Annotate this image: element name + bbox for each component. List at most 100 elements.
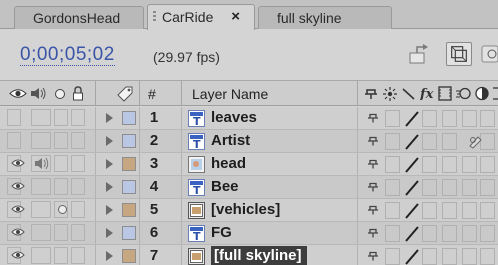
adjustment-icon[interactable] — [474, 86, 490, 101]
label-color-swatch[interactable] — [122, 157, 136, 171]
label-color-swatch[interactable] — [122, 180, 136, 194]
layer-name[interactable]: Artist — [211, 132, 250, 149]
effect-switch[interactable] — [422, 225, 437, 242]
3d-switch[interactable] — [480, 179, 495, 196]
eye-icon[interactable] — [9, 87, 27, 100]
quality-slash-icon[interactable] — [403, 156, 421, 174]
frame-blend-switch[interactable] — [442, 202, 457, 219]
tab-carride[interactable]: CarRide × — [147, 4, 255, 30]
layer-name[interactable]: head — [211, 155, 246, 172]
quality-icon[interactable] — [402, 88, 415, 100]
frame-blend-switch[interactable] — [442, 156, 457, 173]
motion-blur-icon[interactable] — [455, 86, 471, 101]
current-time-display[interactable]: 0;00;05;02 — [20, 44, 115, 66]
expand-triangle-icon[interactable] — [106, 159, 113, 169]
motion-blur-switch[interactable] — [462, 225, 477, 242]
solo-switch[interactable] — [54, 247, 68, 264]
lock-switch[interactable] — [71, 224, 85, 241]
expand-triangle-icon[interactable] — [106, 136, 113, 146]
layer-row-4[interactable]: 4 T Bee — [0, 176, 498, 199]
collapse-switch[interactable] — [385, 179, 400, 196]
solo-switch[interactable] — [54, 155, 68, 172]
label-icon[interactable] — [116, 85, 134, 102]
effect-switch[interactable] — [422, 202, 437, 219]
frame-blend-switch[interactable] — [442, 133, 457, 150]
layer-row-6[interactable]: 6 T FG — [0, 222, 498, 245]
expand-triangle-icon[interactable] — [106, 251, 113, 261]
3d-switch[interactable] — [480, 156, 495, 173]
collapse-switch[interactable] — [385, 248, 400, 265]
shy-switch-icon[interactable] — [367, 251, 379, 261]
3d-layer-icon[interactable] — [492, 86, 498, 101]
shy-switch-icon[interactable] — [367, 159, 379, 169]
layer-name[interactable]: leaves — [211, 109, 257, 126]
effect-switch[interactable] — [422, 156, 437, 173]
quality-slash-icon[interactable] — [403, 179, 421, 197]
effect-switch[interactable] — [422, 133, 437, 150]
audio-switch[interactable] — [31, 247, 51, 264]
frame-blend-switch[interactable] — [442, 179, 457, 196]
label-color-swatch[interactable] — [122, 249, 136, 263]
motion-blur-icon[interactable] — [480, 42, 498, 66]
collapse-switch[interactable] — [385, 156, 400, 173]
motion-blur-switch[interactable] — [462, 110, 477, 127]
solo-switch[interactable] — [54, 109, 68, 126]
layer-row-2[interactable]: 2 T Artist — [0, 130, 498, 153]
speaker-icon[interactable] — [30, 87, 48, 100]
audio-switch[interactable] — [31, 201, 51, 218]
quality-slash-icon[interactable] — [403, 248, 421, 265]
shy-switch-icon[interactable] — [367, 228, 379, 238]
close-icon[interactable]: × — [231, 5, 240, 29]
collapse-switch[interactable] — [385, 225, 400, 242]
motion-blur-switch[interactable] — [462, 156, 477, 173]
audio-switch[interactable] — [31, 132, 51, 149]
lock-switch[interactable] — [71, 178, 85, 195]
quality-slash-icon[interactable] — [403, 225, 421, 243]
layer-name-column-header[interactable]: Layer Name — [192, 86, 268, 102]
quality-slash-icon[interactable] — [403, 202, 421, 220]
collapse-switch[interactable] — [385, 202, 400, 219]
solo-icon[interactable] — [54, 88, 66, 100]
audio-switch[interactable] — [31, 178, 51, 195]
quality-slash-icon[interactable] — [403, 110, 421, 128]
column-separator[interactable] — [139, 81, 140, 105]
label-color-swatch[interactable] — [122, 226, 136, 240]
solo-switch[interactable] — [54, 132, 68, 149]
layer-name[interactable]: FG — [211, 224, 232, 241]
collapse-switch[interactable] — [385, 133, 400, 150]
layer-row-5[interactable]: 5 [vehicles] — [0, 199, 498, 222]
lock-icon[interactable] — [72, 86, 84, 101]
grip-icon[interactable] — [153, 11, 156, 23]
expand-triangle-icon[interactable] — [106, 228, 113, 238]
layer-row-3[interactable]: 3 head — [0, 153, 498, 176]
effect-switch[interactable] — [422, 248, 437, 265]
column-separator[interactable] — [181, 81, 182, 105]
label-color-swatch[interactable] — [122, 111, 136, 125]
layer-name[interactable]: [vehicles] — [211, 201, 280, 218]
expand-triangle-icon[interactable] — [106, 205, 113, 215]
effect-active-icon[interactable] — [467, 134, 483, 149]
lock-switch[interactable] — [71, 155, 85, 172]
layer-name[interactable]: Bee — [211, 178, 239, 195]
expand-triangle-icon[interactable] — [106, 113, 113, 123]
motion-blur-switch[interactable] — [462, 248, 477, 265]
motion-blur-switch[interactable] — [462, 202, 477, 219]
label-color-swatch[interactable] — [122, 203, 136, 217]
3d-switch[interactable] — [480, 225, 495, 242]
tab-gordonshead[interactable]: GordonsHead — [14, 6, 144, 29]
video-switch[interactable] — [7, 132, 21, 149]
video-switch[interactable] — [7, 109, 21, 126]
flowchart-icon[interactable] — [407, 42, 433, 66]
label-color-swatch[interactable] — [122, 134, 136, 148]
draft-3d-icon[interactable] — [446, 42, 472, 66]
layer-row-1[interactable]: 1 T leaves — [0, 107, 498, 130]
3d-switch[interactable] — [480, 202, 495, 219]
solo-switch[interactable] — [54, 178, 68, 195]
effect-switch[interactable] — [422, 179, 437, 196]
shy-switch-icon[interactable] — [367, 182, 379, 192]
frame-blend-switch[interactable] — [442, 225, 457, 242]
collapse-icon[interactable] — [383, 87, 397, 101]
layer-name[interactable]: [full skyline] — [211, 246, 307, 265]
lock-switch[interactable] — [71, 201, 85, 218]
shy-icon[interactable] — [364, 88, 378, 100]
